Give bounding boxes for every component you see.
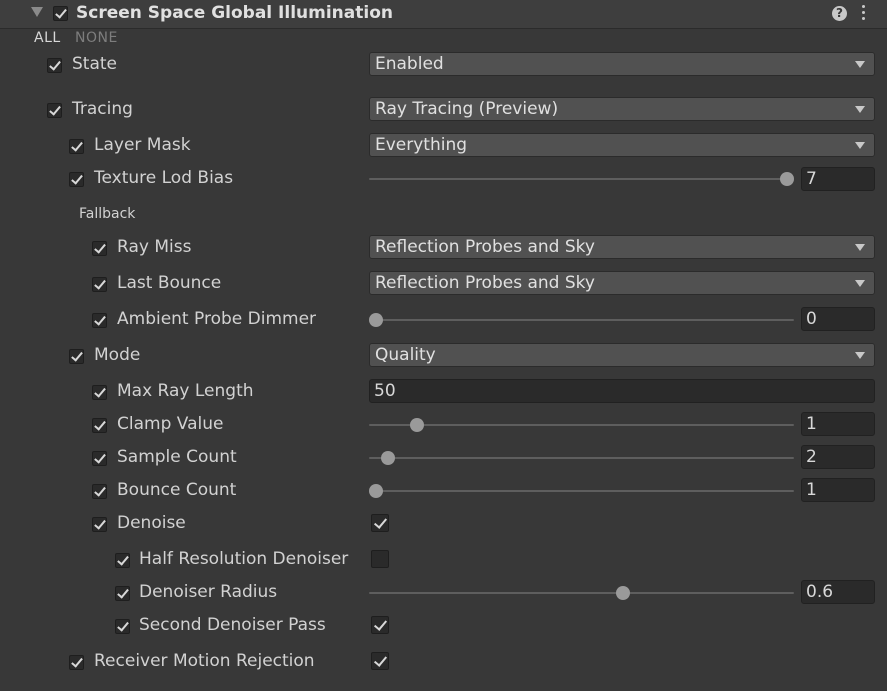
bounce-count-slider-track[interactable] (369, 490, 794, 492)
layer-mask-dropdown[interactable]: Everything (369, 133, 875, 157)
bounce-count-override-checkbox[interactable] (92, 484, 107, 499)
ambient-probe-dimmer-value: 0 (806, 309, 817, 329)
mode-dropdown[interactable]: Quality (369, 343, 875, 367)
denoiser-radius-field[interactable]: 0.6 (801, 580, 875, 604)
mode-override-checkbox[interactable] (69, 349, 84, 364)
bounce-count-value: 1 (806, 480, 817, 500)
component-header[interactable]: Screen Space Global Illumination ? (0, 0, 887, 29)
none-toggle[interactable]: NONE (75, 30, 118, 46)
clamp-value-slider-thumb[interactable] (410, 418, 425, 432)
fallback-section-label: Fallback (79, 206, 136, 222)
last-bounce-value: Reflection Probes and Sky (375, 273, 595, 293)
bounce-count-label: Bounce Count (117, 480, 237, 500)
texture-lod-bias-slider-thumb[interactable] (780, 172, 794, 186)
tracing-value: Ray Tracing (Preview) (375, 99, 559, 119)
component-enabled-checkbox[interactable] (53, 6, 68, 21)
last-bounce-label: Last Bounce (117, 273, 222, 293)
denoiser-radius-override-checkbox[interactable] (115, 586, 130, 601)
ambient-probe-dimmer-override-checkbox[interactable] (92, 313, 107, 328)
denoise-label: Denoise (117, 513, 186, 533)
ray-miss-label: Ray Miss (117, 237, 192, 257)
max-ray-length-value: 50 (374, 381, 396, 401)
receiver-motion-rejection-label: Receiver Motion Rejection (94, 651, 315, 671)
chevron-down-icon (855, 352, 865, 359)
tracing-dropdown[interactable]: Ray Tracing (Preview) (369, 97, 875, 121)
ray-miss-override-checkbox[interactable] (92, 241, 107, 256)
sample-count-slider-thumb[interactable] (381, 451, 396, 465)
state-value: Enabled (375, 54, 444, 74)
sample-count-value: 2 (806, 447, 817, 467)
tracing-override-checkbox[interactable] (47, 103, 62, 118)
help-icon[interactable]: ? (832, 6, 847, 21)
max-ray-length-field[interactable]: 50 (369, 379, 875, 403)
clamp-value-value: 1 (806, 414, 817, 434)
state-label: State (72, 54, 117, 74)
receiver-motion-rejection-override-checkbox[interactable] (69, 655, 84, 670)
sample-count-label: Sample Count (117, 447, 237, 467)
foldout-arrow-icon[interactable] (31, 7, 43, 17)
ambient-probe-dimmer-slider-thumb[interactable] (369, 313, 383, 327)
last-bounce-dropdown[interactable]: Reflection Probes and Sky (369, 271, 875, 295)
denoiser-radius-label: Denoiser Radius (139, 582, 278, 602)
chevron-down-icon (855, 280, 865, 287)
ambient-probe-dimmer-slider-track[interactable] (369, 319, 794, 321)
clamp-value-slider-track[interactable] (369, 424, 794, 426)
last-bounce-override-checkbox[interactable] (92, 277, 107, 292)
max-ray-length-label: Max Ray Length (117, 381, 254, 401)
layer-mask-override-checkbox[interactable] (69, 139, 84, 154)
denoise-toggle[interactable] (371, 514, 389, 532)
ray-miss-value: Reflection Probes and Sky (375, 237, 595, 257)
texture-lod-bias-slider-track[interactable] (369, 178, 794, 180)
clamp-value-override-checkbox[interactable] (92, 418, 107, 433)
sample-count-slider-track[interactable] (369, 457, 794, 459)
ambient-probe-dimmer-label: Ambient Probe Dimmer (117, 309, 317, 329)
texture-lod-bias-label: Texture Lod Bias (94, 168, 234, 188)
layer-mask-label: Layer Mask (94, 135, 191, 155)
clamp-value-label: Clamp Value (117, 414, 224, 434)
chevron-down-icon (855, 142, 865, 149)
component-title: Screen Space Global Illumination (76, 3, 393, 23)
all-toggle[interactable]: ALL (34, 30, 61, 46)
layer-mask-value: Everything (375, 135, 468, 155)
state-dropdown[interactable]: Enabled (369, 52, 875, 76)
bounce-count-field[interactable]: 1 (801, 478, 875, 502)
texture-lod-bias-override-checkbox[interactable] (69, 172, 84, 187)
clamp-value-field[interactable]: 1 (801, 412, 875, 436)
state-override-checkbox[interactable] (47, 58, 62, 73)
denoise-override-checkbox[interactable] (92, 517, 107, 532)
second-denoiser-pass-label: Second Denoiser Pass (139, 615, 326, 635)
chevron-down-icon (855, 61, 865, 68)
denoiser-radius-value: 0.6 (806, 582, 834, 602)
denoiser-radius-slider-track[interactable] (369, 592, 794, 594)
ambient-probe-dimmer-field[interactable]: 0 (801, 307, 875, 331)
half-resolution-denoiser-override-checkbox[interactable] (115, 553, 130, 568)
mode-label: Mode (94, 345, 141, 365)
chevron-down-icon (855, 244, 865, 251)
texture-lod-bias-field[interactable]: 7 (801, 167, 875, 191)
texture-lod-bias-value: 7 (806, 169, 817, 189)
bounce-count-slider-thumb[interactable] (369, 484, 383, 498)
half-resolution-denoiser-label: Half Resolution Denoiser (139, 549, 349, 569)
sample-count-field[interactable]: 2 (801, 445, 875, 469)
second-denoiser-pass-toggle[interactable] (371, 616, 389, 634)
chevron-down-icon (855, 106, 865, 113)
mode-value: Quality (375, 345, 436, 365)
denoiser-radius-slider-thumb[interactable] (615, 586, 630, 600)
kebab-menu-icon[interactable] (862, 5, 866, 21)
half-resolution-denoiser-toggle[interactable] (371, 550, 389, 568)
sample-count-override-checkbox[interactable] (92, 451, 107, 466)
ray-miss-dropdown[interactable]: Reflection Probes and Sky (369, 235, 875, 259)
max-ray-length-override-checkbox[interactable] (92, 385, 107, 400)
second-denoiser-pass-override-checkbox[interactable] (115, 619, 130, 634)
tracing-label: Tracing (72, 99, 133, 119)
receiver-motion-rejection-toggle[interactable] (371, 652, 389, 670)
